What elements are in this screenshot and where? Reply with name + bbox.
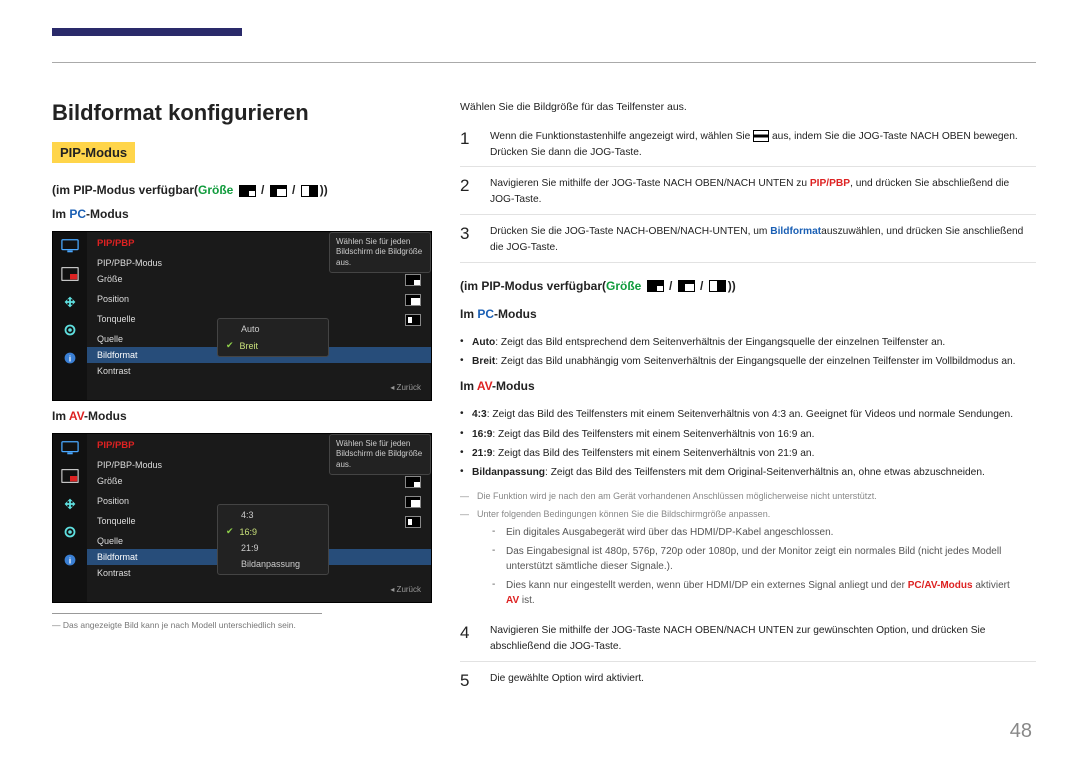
osd-option: ✔Breit <box>218 337 328 354</box>
move-icon <box>60 496 80 512</box>
size-icon-large <box>709 280 726 292</box>
info-icon: i <box>60 350 80 366</box>
osd-row: Größe <box>87 473 431 493</box>
list-item: Auto: Zeigt das Bild entsprechend dem Se… <box>460 333 1036 352</box>
osd-row: Größe <box>87 271 431 291</box>
av-mode-heading: Im AV-Modus <box>52 409 432 423</box>
av-mode-heading: Im AV-Modus <box>460 377 1036 395</box>
size-available-line: (im PIP-Modus verfügbar(Größe / / )) <box>460 277 1036 295</box>
size-icon-small <box>647 280 664 292</box>
header-bar <box>52 28 242 36</box>
step-5: 5 Die gewählte Option wird aktiviert. <box>460 662 1036 700</box>
osd-tooltip: Wählen Sie für jeden Bildschirm die Bild… <box>329 434 431 475</box>
osd-av: i PIP/PBP PIP/PBP-ModusEinGrößePositionT… <box>52 433 432 603</box>
svg-text:i: i <box>69 557 71 566</box>
osd-back: ◂ Zurück <box>87 379 431 396</box>
condition-list: Ein digitales Ausgabegerät wird über das… <box>492 523 1036 610</box>
step-4: 4 Navigieren Sie mithilfe der JOG-Taste … <box>460 614 1036 662</box>
svg-text:i: i <box>69 355 71 364</box>
page-title: Bildformat konfigurieren <box>52 100 432 126</box>
dimnote-2: ―Unter folgenden Bedingungen können Sie … <box>460 504 1036 522</box>
footnote: ― Das angezeigte Bild kann je nach Model… <box>52 613 322 630</box>
intro-text: Wählen Sie die Bildgröße für das Teilfen… <box>460 100 1036 120</box>
step-3: 3 Drücken Sie die JOG-Taste NACH-OBEN/NA… <box>460 215 1036 263</box>
osd-option: ✔16:9 <box>218 523 328 540</box>
osd-tooltip: Wählen Sie für jeden Bildschirm die Bild… <box>329 232 431 273</box>
move-icon <box>60 294 80 310</box>
osd-option: Auto <box>218 321 328 337</box>
list-item: 16:9: Zeigt das Bild des Teilfensters mi… <box>460 425 1036 444</box>
page-number: 48 <box>1010 720 1032 743</box>
section-badge: PIP-Modus <box>52 142 135 163</box>
menu-icon <box>753 130 769 142</box>
osd-back: ◂ Zurück <box>87 581 431 598</box>
osd-option: 4:3 <box>218 507 328 523</box>
size-icon-medium <box>678 280 695 292</box>
header-rule <box>52 62 1036 63</box>
left-column: Bildformat konfigurieren PIP-Modus (im P… <box>52 100 432 733</box>
info-icon: i <box>60 552 80 568</box>
osd-row: Position <box>87 291 431 311</box>
osd-pc: i PIP/PBP PIP/PBP-ModusEinGrößePositionT… <box>52 231 432 401</box>
osd-row: Kontrast <box>87 363 431 379</box>
list-item: 4:3: Zeigt das Bild des Teilfensters mit… <box>460 405 1036 424</box>
pip-icon <box>60 266 80 282</box>
pip-icon <box>60 468 80 484</box>
size-available-line: (im PIP-Modus verfügbar(Größe / / )) <box>52 183 432 197</box>
osd-option: Bildanpassung <box>218 556 328 572</box>
step-2: 2 Navigieren Sie mithilfe der JOG-Taste … <box>460 167 1036 215</box>
gear-icon <box>60 524 80 540</box>
osd-submenu-av: 4:3✔16:921:9Bildanpassung <box>217 504 329 575</box>
pc-mode-heading: Im PC-Modus <box>460 305 1036 323</box>
size-icon-medium <box>270 185 287 197</box>
list-item: Breit: Zeigt das Bild unabhängig vom Sei… <box>460 352 1036 371</box>
osd-option: 21:9 <box>218 540 328 556</box>
step-1: 1 Wenn die Funktionstastenhilfe angezeig… <box>460 120 1036 168</box>
list-item: 21:9: Zeigt das Bild des Teilfensters mi… <box>460 444 1036 463</box>
right-column: Wählen Sie die Bildgröße für das Teilfen… <box>460 100 1036 733</box>
osd-submenu-pc: Auto✔Breit <box>217 318 329 357</box>
monitor-icon <box>60 440 80 456</box>
monitor-icon <box>60 238 80 254</box>
pc-mode-heading: Im PC-Modus <box>52 207 432 221</box>
pc-bullets: Auto: Zeigt das Bild entsprechend dem Se… <box>460 333 1036 372</box>
gear-icon <box>60 322 80 338</box>
av-bullets: 4:3: Zeigt das Bild des Teilfensters mit… <box>460 405 1036 482</box>
dimnote-1: ―Die Funktion wird je nach den am Gerät … <box>460 486 1036 504</box>
size-icon-large <box>301 185 318 197</box>
size-icon-small <box>239 185 256 197</box>
list-item: Bildanpassung: Zeigt das Bild des Teilfe… <box>460 463 1036 482</box>
